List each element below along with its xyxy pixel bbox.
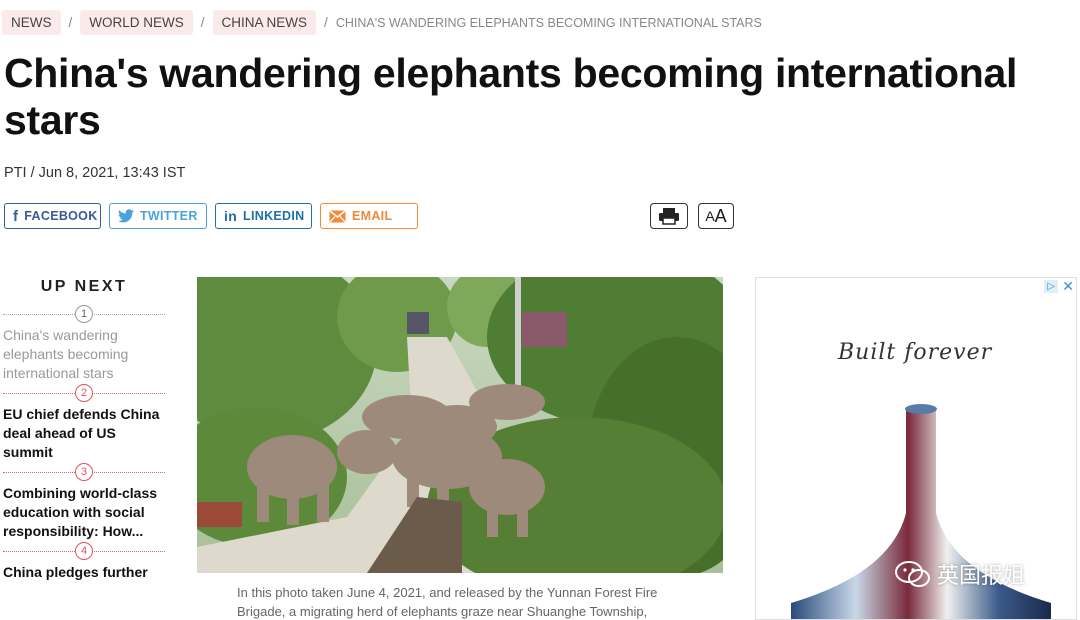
item-number-badge: 2 (75, 384, 93, 402)
breadcrumb-news[interactable]: NEWS (2, 10, 61, 35)
article-byline: PTI / Jun 8, 2021, 13:43 IST (4, 165, 186, 181)
up-next-item-title: China pledges further (3, 564, 148, 580)
item-number-badge: 1 (75, 305, 93, 323)
twitter-share-button[interactable]: TWITTER (109, 203, 207, 229)
font-big-label: A (714, 205, 727, 226)
up-next-item[interactable]: 3 Combining world-class education with s… (3, 463, 165, 541)
up-next-item-title: Combining world-class education with soc… (3, 485, 158, 539)
font-size-button[interactable]: AA (698, 203, 734, 229)
breadcrumb-separator: / (200, 15, 205, 30)
ad-choices-icon[interactable]: ▷ (1044, 280, 1059, 293)
up-next-item-title: China's wandering elephants becoming int… (3, 327, 129, 381)
wechat-icon (895, 561, 930, 587)
facebook-label: FACEBOOK (24, 209, 98, 223)
email-icon (329, 209, 346, 222)
up-next-title: UP NEXT (40, 278, 128, 295)
ad-tagline: Built forever (838, 340, 993, 365)
up-next-item[interactable]: 1 China's wandering elephants becoming i… (3, 305, 165, 383)
linkedin-share-button[interactable]: in LINKEDIN (215, 203, 312, 229)
email-share-button[interactable]: EMAIL (320, 203, 418, 229)
email-label: EMAIL (352, 209, 393, 223)
close-icon[interactable]: ✕ (1062, 279, 1074, 293)
ad-choices[interactable]: ▷ ✕ (1044, 279, 1074, 293)
facebook-share-button[interactable]: f FACEBOOK (4, 203, 101, 229)
facebook-icon: f (13, 207, 19, 225)
linkedin-icon: in (224, 208, 238, 224)
breadcrumb-separator: / (324, 15, 328, 30)
share-bar: f FACEBOOK TWITTER in LINKEDIN EMAIL (4, 203, 418, 229)
up-next-sidebar: UP NEXT 1 China's wandering elephants be… (3, 278, 165, 592)
twitter-icon (118, 209, 134, 223)
breadcrumb-current: CHINA'S WANDERING ELEPHANTS BECOMING INT… (335, 15, 762, 30)
item-number-badge: 4 (75, 542, 93, 560)
watermark-text: 英国报姐 (937, 563, 1026, 588)
elephants-photo-illustration (197, 277, 723, 573)
watermark: 英国报姐 (895, 558, 1025, 590)
breadcrumb: NEWS / WORLD NEWS / CHINA NEWS / CHINA'S… (2, 10, 762, 35)
up-next-item-title: EU chief defends China deal ahead of US … (3, 406, 160, 460)
item-number-badge: 3 (75, 463, 93, 481)
print-button[interactable] (650, 203, 688, 229)
article-photo (197, 277, 723, 573)
page-title: China's wandering elephants becoming int… (4, 50, 1018, 143)
breadcrumb-separator: / (68, 15, 73, 30)
photo-caption: In this photo taken June 4, 2021, and re… (237, 585, 658, 619)
breadcrumb-china-news[interactable]: CHINA NEWS (212, 10, 317, 35)
up-next-item[interactable]: 4 China pledges further (3, 542, 165, 582)
font-small-label: A (705, 208, 715, 224)
twitter-label: TWITTER (140, 209, 198, 223)
breadcrumb-world-news[interactable]: WORLD NEWS (80, 10, 193, 35)
up-next-item[interactable]: 2 EU chief defends China deal ahead of U… (3, 384, 165, 462)
printer-icon (659, 208, 679, 225)
linkedin-label: LINKEDIN (243, 209, 305, 223)
